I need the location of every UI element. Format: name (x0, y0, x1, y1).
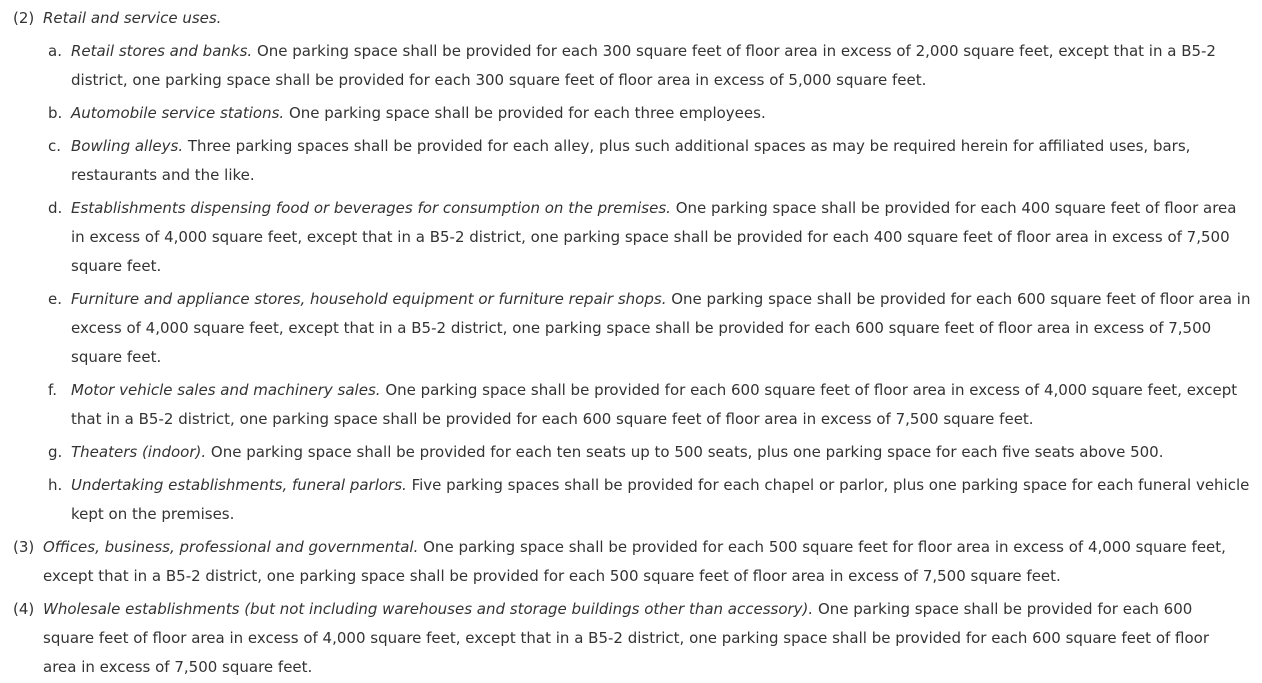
subitem-h: h. Undertaking establishments, funeral p… (0, 471, 1262, 529)
subitem-f: f. Motor vehicle sales and machinery sal… (0, 376, 1262, 434)
subitem-text: One parking space shall be provided for … (284, 104, 766, 122)
subitem-heading: Furniture and appliance stores, househol… (71, 290, 667, 308)
section-2: (2) Retail and service uses. (0, 4, 1262, 33)
section-heading: Offices, business, professional and gove… (43, 538, 419, 556)
section-3: (3) Offices, business, professional and … (0, 533, 1262, 591)
subitem-heading: Automobile service stations. (71, 104, 285, 122)
section-number: (2) (13, 9, 35, 27)
ordinance-document: (2) Retail and service uses. a. Retail s… (0, 0, 1262, 682)
subitem-letter: h. (48, 476, 63, 494)
section-4: (4) Wholesale establishments (but not in… (0, 595, 1262, 682)
subitem-letter: f. (48, 381, 57, 399)
subitem-text: Three parking spaces shall be provided f… (71, 137, 1191, 184)
subitem-b: b. Automobile service stations. One park… (0, 99, 1262, 128)
subitem-letter: e. (48, 290, 62, 308)
subitem-g: g. Theaters (indoor). One parking space … (0, 438, 1262, 467)
subitem-heading: Bowling alleys. (71, 137, 184, 155)
subitem-text: One parking space shall be provided for … (206, 443, 1164, 461)
subitem-letter: b. (48, 104, 63, 122)
subitem-a: a. Retail stores and banks. One parking … (0, 37, 1262, 95)
subitem-letter: c. (48, 137, 62, 155)
section-heading: Wholesale establishments (but not includ… (43, 600, 814, 618)
section-number: (3) (13, 538, 35, 556)
subitem-e: e. Furniture and appliance stores, house… (0, 285, 1262, 372)
section-heading: Retail and service uses. (43, 9, 222, 27)
subitem-letter: g. (48, 443, 63, 461)
subitem-letter: a. (48, 42, 62, 60)
subitem-heading: Theaters (indoor). (71, 443, 207, 461)
subitem-heading: Retail stores and banks. (71, 42, 253, 60)
section-number: (4) (13, 600, 35, 618)
subitem-c: c. Bowling alleys. Three parking spaces … (0, 132, 1262, 190)
subitem-heading: Motor vehicle sales and machinery sales. (71, 381, 381, 399)
subitem-heading: Establishments dispensing food or bevera… (71, 199, 671, 217)
subitem-letter: d. (48, 199, 63, 217)
subitem-heading: Undertaking establishments, funeral parl… (71, 476, 407, 494)
subitem-d: d. Establishments dispensing food or bev… (0, 194, 1262, 281)
